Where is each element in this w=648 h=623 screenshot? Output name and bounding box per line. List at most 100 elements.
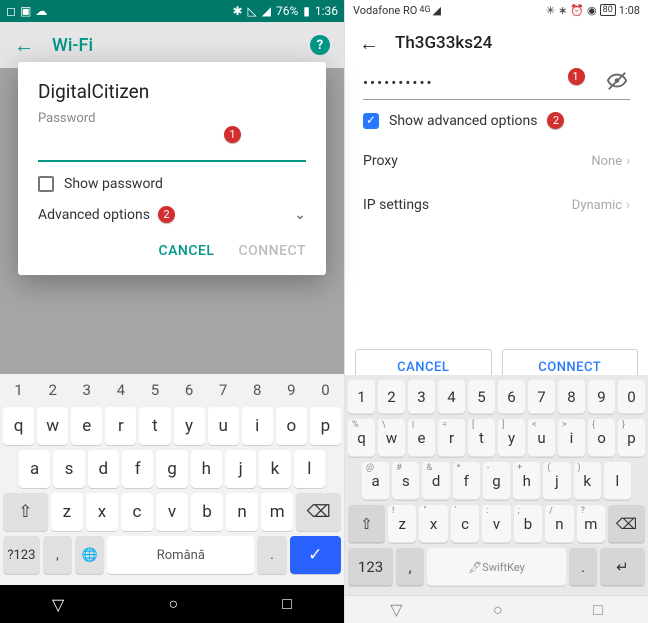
key-t[interactable]: t xyxy=(139,407,170,445)
nav-home-icon[interactable]: ○ xyxy=(493,600,503,620)
key-h[interactable]: +h xyxy=(513,462,540,500)
key-r[interactable]: r xyxy=(105,407,136,445)
key-h[interactable]: h xyxy=(191,450,222,488)
key-5[interactable]: 5 xyxy=(468,380,495,414)
password-input[interactable]: 1 xyxy=(38,132,306,162)
symbols-key[interactable]: ?123 xyxy=(3,536,40,574)
key-v[interactable]: :v xyxy=(482,505,510,543)
key-9[interactable]: 9 xyxy=(588,380,615,414)
key-s[interactable]: s xyxy=(53,450,84,488)
space-key[interactable]: Română xyxy=(107,536,254,574)
key-e[interactable]: |e xyxy=(408,419,435,457)
key-o[interactable]: {o xyxy=(588,419,615,457)
key-1[interactable]: 1 xyxy=(3,378,34,402)
visibility-off-icon[interactable] xyxy=(606,70,628,92)
cancel-button[interactable]: CANCEL xyxy=(158,243,214,259)
key-f[interactable]: *f xyxy=(453,462,480,500)
key-9[interactable]: 9 xyxy=(276,378,307,402)
key-d[interactable]: d xyxy=(88,450,119,488)
comma-key[interactable]: , xyxy=(43,536,72,574)
keyboard[interactable]: 1 2 3 4 5 6 7 8 9 0 %q \w |e =r [t ]y <u… xyxy=(345,375,648,595)
key-e[interactable]: e xyxy=(71,407,102,445)
show-advanced-row[interactable]: Show advanced options 2 xyxy=(363,112,630,129)
ip-settings-row[interactable]: IP settings Dynamic › xyxy=(363,183,630,227)
proxy-row[interactable]: Proxy None › xyxy=(363,139,630,183)
key-0[interactable]: 0 xyxy=(310,378,341,402)
key-b[interactable]: ;b xyxy=(514,505,542,543)
key-g[interactable]: g xyxy=(156,450,187,488)
key-m[interactable]: m xyxy=(261,493,293,531)
shift-key[interactable]: ⇧ xyxy=(348,505,385,543)
period-key[interactable]: . xyxy=(257,536,286,574)
key-5[interactable]: 5 xyxy=(139,378,170,402)
key-3[interactable]: 3 xyxy=(71,378,102,402)
key-4[interactable]: 4 xyxy=(105,378,136,402)
key-a[interactable]: a xyxy=(19,450,50,488)
key-p[interactable]: p xyxy=(310,407,341,445)
key-g[interactable]: -g xyxy=(483,462,510,500)
key-z[interactable]: !z xyxy=(388,505,416,543)
key-3[interactable]: 3 xyxy=(408,380,435,414)
key-q[interactable]: %q xyxy=(348,419,375,457)
key-x[interactable]: "x xyxy=(419,505,447,543)
key-6[interactable]: 6 xyxy=(498,380,525,414)
symbols-key[interactable]: 123 xyxy=(348,548,393,586)
comma-key[interactable]: , xyxy=(396,548,424,586)
nav-recent-icon[interactable]: □ xyxy=(593,600,603,620)
key-l[interactable]: l xyxy=(604,462,631,500)
key-t[interactable]: [t xyxy=(468,419,495,457)
enter-key[interactable]: ✓ xyxy=(290,536,341,574)
space-key[interactable]: 🖊 SwiftKey xyxy=(427,548,566,586)
key-6[interactable]: 6 xyxy=(174,378,205,402)
key-o[interactable]: o xyxy=(276,407,307,445)
help-icon[interactable]: ? xyxy=(310,35,330,55)
key-j[interactable]: j xyxy=(225,450,256,488)
enter-key[interactable]: ↵ xyxy=(600,548,645,586)
nav-home-icon[interactable]: ○ xyxy=(168,594,178,614)
key-b[interactable]: b xyxy=(191,493,223,531)
nav-back-icon[interactable]: ▽ xyxy=(52,595,64,614)
key-k[interactable]: k xyxy=(259,450,290,488)
password-input[interactable]: •••••••••• 1 xyxy=(363,66,630,100)
key-l[interactable]: l xyxy=(294,450,325,488)
checkbox-unchecked-icon[interactable] xyxy=(38,176,54,192)
key-j[interactable]: (j xyxy=(543,462,570,500)
back-icon[interactable]: ← xyxy=(14,33,34,58)
key-p[interactable]: }p xyxy=(618,419,645,457)
show-password-row[interactable]: Show password xyxy=(38,176,306,192)
key-f[interactable]: f xyxy=(122,450,153,488)
key-7[interactable]: 7 xyxy=(208,378,239,402)
key-u[interactable]: u xyxy=(208,407,239,445)
nav-recent-icon[interactable]: □ xyxy=(282,594,292,614)
key-d[interactable]: &d xyxy=(422,462,449,500)
key-m[interactable]: ?m xyxy=(577,505,605,543)
key-8[interactable]: 8 xyxy=(558,380,585,414)
globe-icon[interactable]: 🌐 xyxy=(75,536,104,574)
key-8[interactable]: 8 xyxy=(242,378,273,402)
key-z[interactable]: z xyxy=(51,493,83,531)
shift-key[interactable]: ⇧ xyxy=(3,493,48,531)
key-v[interactable]: v xyxy=(156,493,188,531)
key-w[interactable]: w xyxy=(37,407,68,445)
key-i[interactable]: >i xyxy=(558,419,585,457)
key-n[interactable]: /n xyxy=(545,505,573,543)
key-s[interactable]: #s xyxy=(392,462,419,500)
key-2[interactable]: 2 xyxy=(378,380,405,414)
key-a[interactable]: @a xyxy=(362,462,389,500)
key-n[interactable]: n xyxy=(226,493,258,531)
nav-back-icon[interactable]: ▽ xyxy=(390,600,402,619)
key-w[interactable]: \w xyxy=(378,419,405,457)
back-icon[interactable]: ← xyxy=(359,31,379,56)
key-y[interactable]: y xyxy=(174,407,205,445)
backspace-key[interactable]: ⌫ xyxy=(296,493,341,531)
key-4[interactable]: 4 xyxy=(438,380,465,414)
key-2[interactable]: 2 xyxy=(37,378,68,402)
checkbox-checked-icon[interactable] xyxy=(363,113,379,129)
period-key[interactable]: . xyxy=(569,548,597,586)
key-k[interactable]: )k xyxy=(574,462,601,500)
key-c[interactable]: c xyxy=(121,493,153,531)
key-q[interactable]: q xyxy=(3,407,34,445)
key-0[interactable]: 0 xyxy=(618,380,645,414)
advanced-options-row[interactable]: Advanced options 2 ⌄ xyxy=(38,206,306,223)
backspace-key[interactable]: ⌫ xyxy=(608,505,645,543)
